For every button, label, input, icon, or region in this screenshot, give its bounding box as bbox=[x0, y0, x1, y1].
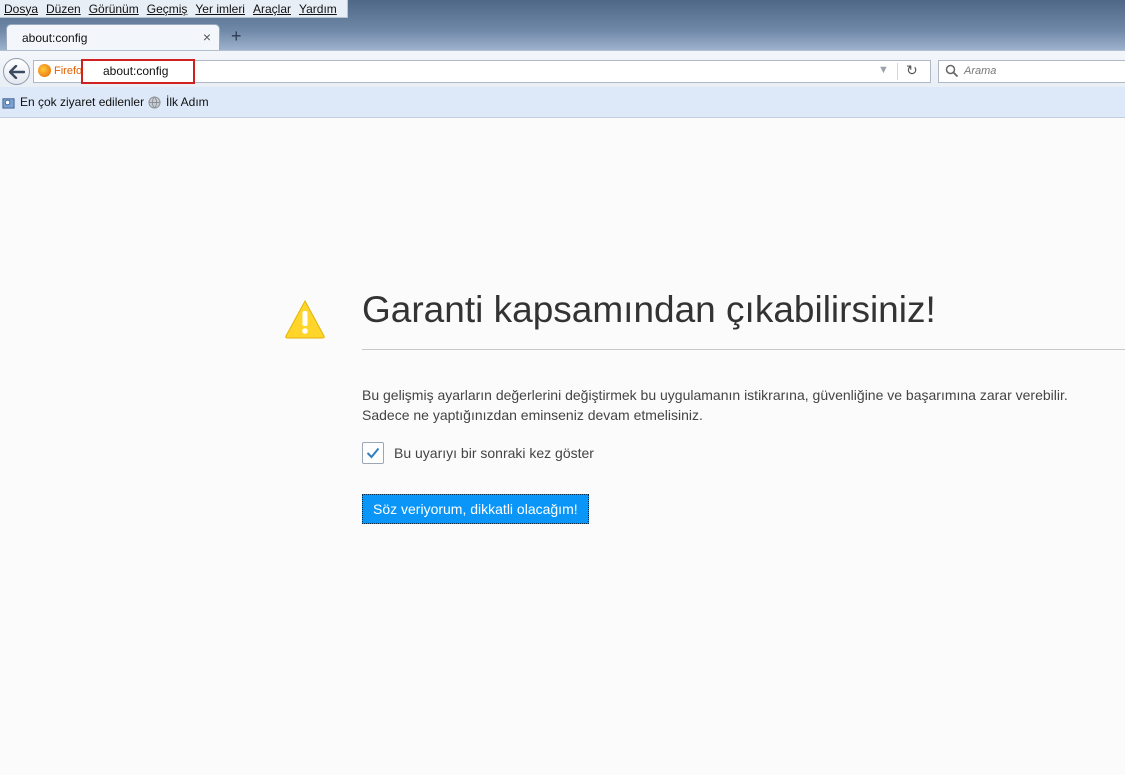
bookmark-label: İlk Adım bbox=[166, 95, 209, 109]
title-divider bbox=[362, 349, 1125, 350]
close-tab-icon[interactable]: × bbox=[203, 29, 211, 45]
menu-bar: Dosya Düzen Görünüm Geçmiş Yer imleri Ar… bbox=[0, 0, 348, 18]
search-bar[interactable]: Arama bbox=[938, 60, 1125, 83]
warning-icon bbox=[285, 299, 325, 339]
warning-message: Bu gelişmiş ayarların değerlerini değişt… bbox=[362, 385, 1122, 425]
search-placeholder: Arama bbox=[964, 65, 997, 77]
back-button[interactable] bbox=[3, 58, 30, 85]
firefox-icon bbox=[38, 64, 51, 77]
tab-title: about:config bbox=[22, 31, 88, 45]
bookmark-first-step[interactable]: İlk Adım bbox=[148, 95, 209, 109]
page-title: Garanti kapsamından çıkabilirsiniz! bbox=[362, 289, 936, 330]
menu-tools[interactable]: Araçlar bbox=[253, 2, 291, 16]
new-tab-button[interactable]: + bbox=[231, 27, 242, 45]
url-bar[interactable]: Firefox about:config ▼ ↻ bbox=[33, 59, 931, 84]
bookmark-label: En çok ziyaret edilenler bbox=[20, 95, 145, 109]
back-arrow-icon bbox=[8, 64, 25, 79]
url-highlight-box: about:config bbox=[81, 59, 195, 84]
menu-help[interactable]: Yardım bbox=[299, 2, 337, 16]
reload-icon[interactable]: ↻ bbox=[906, 62, 918, 79]
navigation-toolbar: Firefox about:config ▼ ↻ Arama bbox=[0, 50, 1125, 88]
globe-icon bbox=[148, 95, 161, 109]
window-titlebar: Dosya Düzen Görünüm Geçmiş Yer imleri Ar… bbox=[0, 0, 1125, 51]
bookmarks-toolbar: En çok ziyaret edilenler İlk Adım bbox=[0, 87, 1125, 118]
menu-bookmarks[interactable]: Yer imleri bbox=[195, 2, 245, 16]
bookmark-folder-icon bbox=[2, 97, 15, 109]
url-text[interactable]: about:config bbox=[103, 64, 168, 78]
history-dropdown-icon[interactable]: ▼ bbox=[878, 64, 889, 76]
show-warning-checkbox[interactable] bbox=[362, 442, 384, 464]
menu-file[interactable]: Dosya bbox=[4, 2, 38, 16]
menu-edit[interactable]: Düzen bbox=[46, 2, 81, 16]
url-separator bbox=[897, 63, 898, 80]
menu-history[interactable]: Geçmiş bbox=[147, 2, 188, 16]
checkmark-icon bbox=[366, 447, 380, 459]
warning-line-2: Sadece ne yaptığınızdan eminseniz devam … bbox=[362, 407, 703, 423]
bookmark-most-visited[interactable]: En çok ziyaret edilenler bbox=[2, 95, 144, 109]
show-warning-label[interactable]: Bu uyarıyı bir sonraki kez göster bbox=[394, 445, 594, 461]
tab-about-config[interactable]: about:config × bbox=[6, 24, 220, 51]
warning-line-1: Bu gelişmiş ayarların değerlerini değişt… bbox=[362, 387, 1068, 403]
accept-risk-button[interactable]: Söz veriyorum, dikkatli olacağım! bbox=[362, 494, 589, 524]
menu-view[interactable]: Görünüm bbox=[89, 2, 139, 16]
search-icon bbox=[945, 64, 959, 78]
